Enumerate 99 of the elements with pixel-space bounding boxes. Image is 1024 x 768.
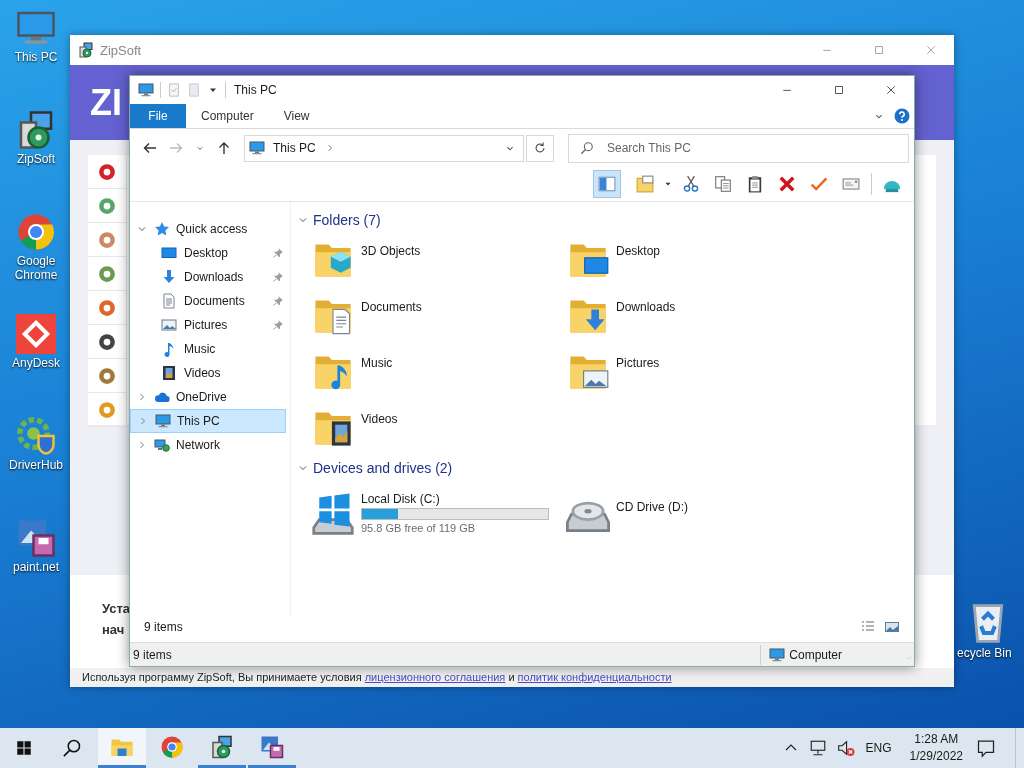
search-icon	[62, 738, 82, 758]
ring-logo-icon	[16, 212, 56, 252]
app-icon	[98, 332, 116, 351]
muted-speaker-icon[interactable]	[836, 739, 855, 757]
back-icon[interactable]	[142, 140, 158, 156]
folder-note-icon	[636, 175, 654, 193]
network-icon[interactable]	[808, 739, 827, 757]
app-icon	[98, 196, 116, 215]
privacy-link[interactable]: политик конфиденциальности	[517, 671, 672, 683]
group-header[interactable]: Folders (7)	[297, 208, 914, 232]
search-icon	[580, 140, 594, 155]
install-text: Уста	[102, 601, 131, 616]
folder-tile[interactable]: Desktop	[566, 232, 821, 288]
clipboard-icon	[746, 175, 764, 193]
address-bar[interactable]: This PC	[244, 134, 524, 162]
desktop-icon	[161, 245, 177, 261]
logo-text: ZI	[90, 81, 122, 124]
envelope-icon	[842, 175, 860, 193]
monitor-icon	[155, 413, 171, 429]
checkmark-icon	[810, 175, 828, 193]
film-icon	[161, 365, 177, 381]
refresh-button[interactable]	[526, 134, 554, 162]
nav-item[interactable]: Documents	[130, 289, 290, 313]
network-icon	[154, 437, 170, 453]
large-icons-view-icon[interactable]	[884, 619, 900, 635]
window-title: This PC	[233, 83, 277, 97]
picture-floppy-icon	[260, 734, 284, 759]
install-text: нач	[102, 622, 125, 637]
delete-icon	[778, 175, 796, 193]
star-icon	[154, 221, 170, 237]
ribbon-tab[interactable]: View	[268, 104, 325, 128]
ribbon-tab[interactable]: Computer	[186, 104, 269, 128]
free-space-text: 95.8 GB free of 119 GB	[361, 522, 477, 534]
close-icon	[925, 44, 937, 56]
search-field[interactable]: Search This PC	[568, 133, 909, 163]
pane-icon	[598, 175, 616, 193]
nav-item[interactable]: Desktop	[130, 241, 290, 265]
maximize-icon	[833, 84, 845, 96]
scissors-icon	[682, 175, 700, 193]
document-icon	[161, 293, 177, 309]
license-link[interactable]: лицензионного соглашения	[364, 671, 506, 683]
picture-icon	[161, 317, 177, 333]
maximize-icon	[873, 44, 885, 56]
drive-name[interactable]: Local Disk (C:)	[361, 492, 549, 506]
windows-logo-icon	[15, 739, 33, 757]
app-icon	[98, 298, 116, 317]
group-header[interactable]: Devices and drives (2)	[297, 456, 914, 480]
desktop-shortcut[interactable]: ecycle Bin	[952, 600, 1024, 660]
breadcrumb[interactable]: This PC	[273, 141, 316, 155]
drive-icon[interactable]	[311, 492, 355, 536]
desktop-shortcut[interactable]: paint.net	[4, 518, 68, 598]
download-icon	[161, 269, 177, 285]
folder-tile[interactable]: Documents	[311, 288, 566, 344]
app-icon	[98, 366, 116, 385]
refresh-icon	[533, 141, 547, 155]
desktop-shortcut[interactable]: Google Chrome	[4, 212, 68, 292]
drive-name[interactable]: CD Drive (D:)	[616, 492, 688, 514]
app-icon	[98, 400, 116, 419]
status-text: 9 items	[133, 647, 172, 662]
picture-floppy-icon	[16, 518, 56, 558]
notification-icon[interactable]	[976, 738, 996, 758]
app-icon	[98, 264, 116, 283]
nav-item[interactable]: Network	[130, 433, 290, 457]
ribbon-tab[interactable]: File	[130, 104, 186, 128]
folder-tile[interactable]: Pictures	[566, 344, 821, 400]
language-indicator[interactable]: ENG	[865, 741, 892, 755]
monitor-icon	[249, 140, 265, 156]
gear-shield-icon	[16, 416, 56, 456]
folder-tile[interactable]: Music	[311, 344, 566, 400]
desktop-shortcut[interactable]: DriverHub	[4, 416, 68, 496]
app-icon	[98, 230, 116, 249]
nav-item[interactable]: Pictures	[130, 313, 290, 337]
folder-tile[interactable]: 3D Objects	[311, 232, 566, 288]
diamond-logo-icon	[16, 314, 56, 354]
nav-item[interactable]: Videos	[130, 361, 290, 385]
copy-icon	[714, 175, 732, 193]
item-count: 9 items	[144, 620, 183, 634]
preview-pane-button[interactable]	[593, 170, 621, 198]
folder-tile[interactable]: Downloads	[566, 288, 821, 344]
status-text: Computer	[789, 647, 842, 662]
installer-icon	[210, 734, 234, 759]
desktop-shortcut[interactable]: AnyDesk	[4, 314, 68, 394]
folder-tile[interactable]: Videos	[311, 400, 566, 456]
help-icon[interactable]	[894, 108, 910, 124]
nav-item[interactable]: OneDrive	[130, 385, 290, 409]
monitor-icon	[769, 646, 786, 663]
clock[interactable]: 1:28 AM 1/29/2022	[901, 728, 971, 768]
terms-notice: Используя программу ZipSoft, Вы принимаете условия лицензионного соглашения и политик конфиденциальности	[70, 668, 954, 687]
nav-item[interactable]: This PC	[130, 409, 286, 433]
close-icon	[885, 84, 897, 96]
nav-item[interactable]: Downloads	[130, 265, 290, 289]
taskbar-app[interactable]	[98, 728, 146, 768]
window-title: ZipSoft	[100, 42, 142, 58]
app-icon	[98, 162, 116, 181]
monitor-icon	[138, 82, 154, 98]
installer-icon	[78, 42, 94, 58]
nav-item[interactable]: Quick access	[130, 217, 290, 241]
nav-item[interactable]: Music	[130, 337, 290, 361]
ring-logo-icon	[160, 734, 184, 759]
